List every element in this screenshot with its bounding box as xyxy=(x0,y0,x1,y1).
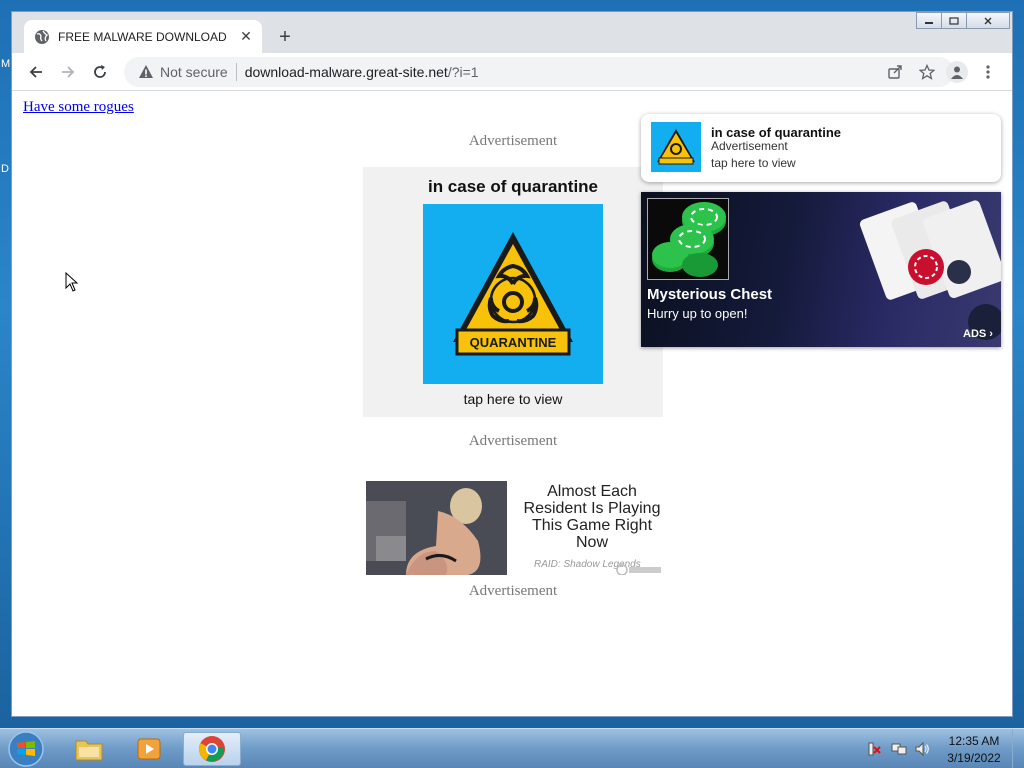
close-window-button[interactable] xyxy=(966,12,1010,29)
raid-headline-line: Now xyxy=(575,534,608,551)
address-bar[interactable]: Not secure download-malware.great-site.n… xyxy=(124,57,954,87)
quarantine-ad[interactable]: in case of quarantine QUARANTINE tap her… xyxy=(363,167,663,417)
notification-cta[interactable]: tap here to view xyxy=(711,156,796,170)
mouse-cursor-icon xyxy=(65,272,79,292)
desktop-edge: D xyxy=(1,163,9,175)
reload-icon xyxy=(94,65,106,78)
ad-label-middle: Advertisement xyxy=(468,433,558,449)
raid-ad-headline[interactable]: Almost Each Resident Is Playing This Gam… xyxy=(512,483,663,551)
globe-icon xyxy=(35,29,49,44)
menu-button[interactable] xyxy=(982,62,994,82)
browser-titlebar: FREE MALWARE DOWNLOAD ✕ + xyxy=(12,12,1012,53)
ad-network-logo xyxy=(616,564,663,575)
minimize-button[interactable] xyxy=(916,12,942,29)
taskbar: 12:35 AM 3/19/2022 xyxy=(0,728,1024,768)
new-tab-button[interactable]: + xyxy=(274,26,296,48)
bookmark-button[interactable] xyxy=(918,63,936,81)
network-icon[interactable] xyxy=(891,741,907,757)
window-controls xyxy=(916,12,1010,30)
taskbar-chrome[interactable] xyxy=(183,732,241,766)
poker-chips-icon xyxy=(652,202,726,277)
browser-window: FREE MALWARE DOWNLOAD ✕ + Not secure dow… xyxy=(11,11,1013,717)
windows-logo-icon xyxy=(8,731,44,767)
ad-network-logo-icon xyxy=(616,564,661,575)
volume-icon[interactable] xyxy=(914,741,930,757)
clock-date[interactable]: 3/19/2022 xyxy=(942,751,1006,765)
chevron-right-icon: › xyxy=(986,328,993,340)
url-path: /?i=1 xyxy=(447,64,479,80)
biohazard-icon xyxy=(657,129,695,165)
figure-image xyxy=(366,481,507,575)
taskbar-explorer[interactable] xyxy=(60,732,118,766)
chrome-icon xyxy=(198,736,225,762)
clock-time[interactable]: 12:35 AM xyxy=(942,734,1006,748)
biohazard-icon xyxy=(453,232,573,356)
chest-ad-title[interactable]: Mysterious Chest xyxy=(647,286,772,303)
omnibox-divider xyxy=(235,63,237,81)
reload-button[interactable] xyxy=(88,60,112,84)
url-host: download-malware.great-site.net xyxy=(244,64,448,80)
raid-headline-line: Almost Each xyxy=(547,483,637,500)
page-content: Have some rogues Advertisement in case o… xyxy=(12,92,1012,716)
profile-button[interactable] xyxy=(946,61,968,83)
arrow-right-icon xyxy=(62,66,75,78)
quarantine-ad-cta[interactable]: tap here to view xyxy=(363,391,663,407)
notification-subtitle: Advertisement xyxy=(711,139,788,153)
ad-label-bottom: Advertisement xyxy=(468,583,558,599)
push-notification[interactable]: in case of quarantine Advertisement tap … xyxy=(641,114,1001,182)
notification-title: in case of quarantine xyxy=(711,125,842,140)
back-button[interactable] xyxy=(24,60,48,84)
action-center-icon[interactable] xyxy=(866,741,882,757)
taskbar-media-player[interactable] xyxy=(120,732,178,766)
desktop-edge: M xyxy=(1,58,11,70)
folder-icon xyxy=(75,740,103,761)
minimize-icon xyxy=(925,21,933,24)
tab-title: FREE MALWARE DOWNLOAD xyxy=(58,29,227,44)
raid-ad-image[interactable] xyxy=(366,481,507,575)
rogues-link[interactable]: Have some rogues xyxy=(23,99,134,116)
warning-icon[interactable] xyxy=(138,64,154,80)
ads-text: ADS xyxy=(963,328,987,340)
close-icon xyxy=(984,17,992,24)
chest-thumbnail xyxy=(647,198,729,280)
ad-label-top: Advertisement xyxy=(468,133,558,149)
close-tab-icon[interactable]: ✕ xyxy=(238,28,254,45)
start-button[interactable] xyxy=(6,730,46,768)
share-button[interactable] xyxy=(886,63,904,81)
media-player-icon xyxy=(137,738,161,760)
show-desktop-button[interactable] xyxy=(1012,729,1024,768)
maximize-button[interactable] xyxy=(941,12,967,29)
more-vert-icon xyxy=(986,65,990,79)
forward-button[interactable] xyxy=(56,60,80,84)
raid-ad[interactable]: Almost Each Resident Is Playing This Gam… xyxy=(366,481,663,575)
notification-image xyxy=(651,122,701,172)
share-icon xyxy=(888,65,902,79)
browser-toolbar: Not secure download-malware.great-site.n… xyxy=(12,53,1012,91)
chest-ad[interactable]: Mysterious Chest Hurry up to open! ADS › xyxy=(641,192,1001,347)
chest-ad-subtitle: Hurry up to open! xyxy=(647,306,748,321)
restore-icon xyxy=(949,16,959,25)
ads-label[interactable]: ADS › xyxy=(963,328,993,340)
star-icon xyxy=(919,64,935,80)
quarantine-badge-text: QUARANTINE xyxy=(469,335,557,350)
avatar-icon xyxy=(951,66,963,79)
raid-headline-line: This Game Right xyxy=(531,517,653,534)
arrow-left-icon xyxy=(29,66,42,78)
security-label[interactable]: Not secure xyxy=(160,64,228,80)
quarantine-ad-image[interactable]: QUARANTINE xyxy=(423,204,603,384)
browser-tab[interactable]: FREE MALWARE DOWNLOAD ✕ xyxy=(24,20,262,53)
quarantine-ad-title[interactable]: in case of quarantine xyxy=(363,177,663,197)
raid-headline-line: Resident Is Playing xyxy=(523,500,661,517)
